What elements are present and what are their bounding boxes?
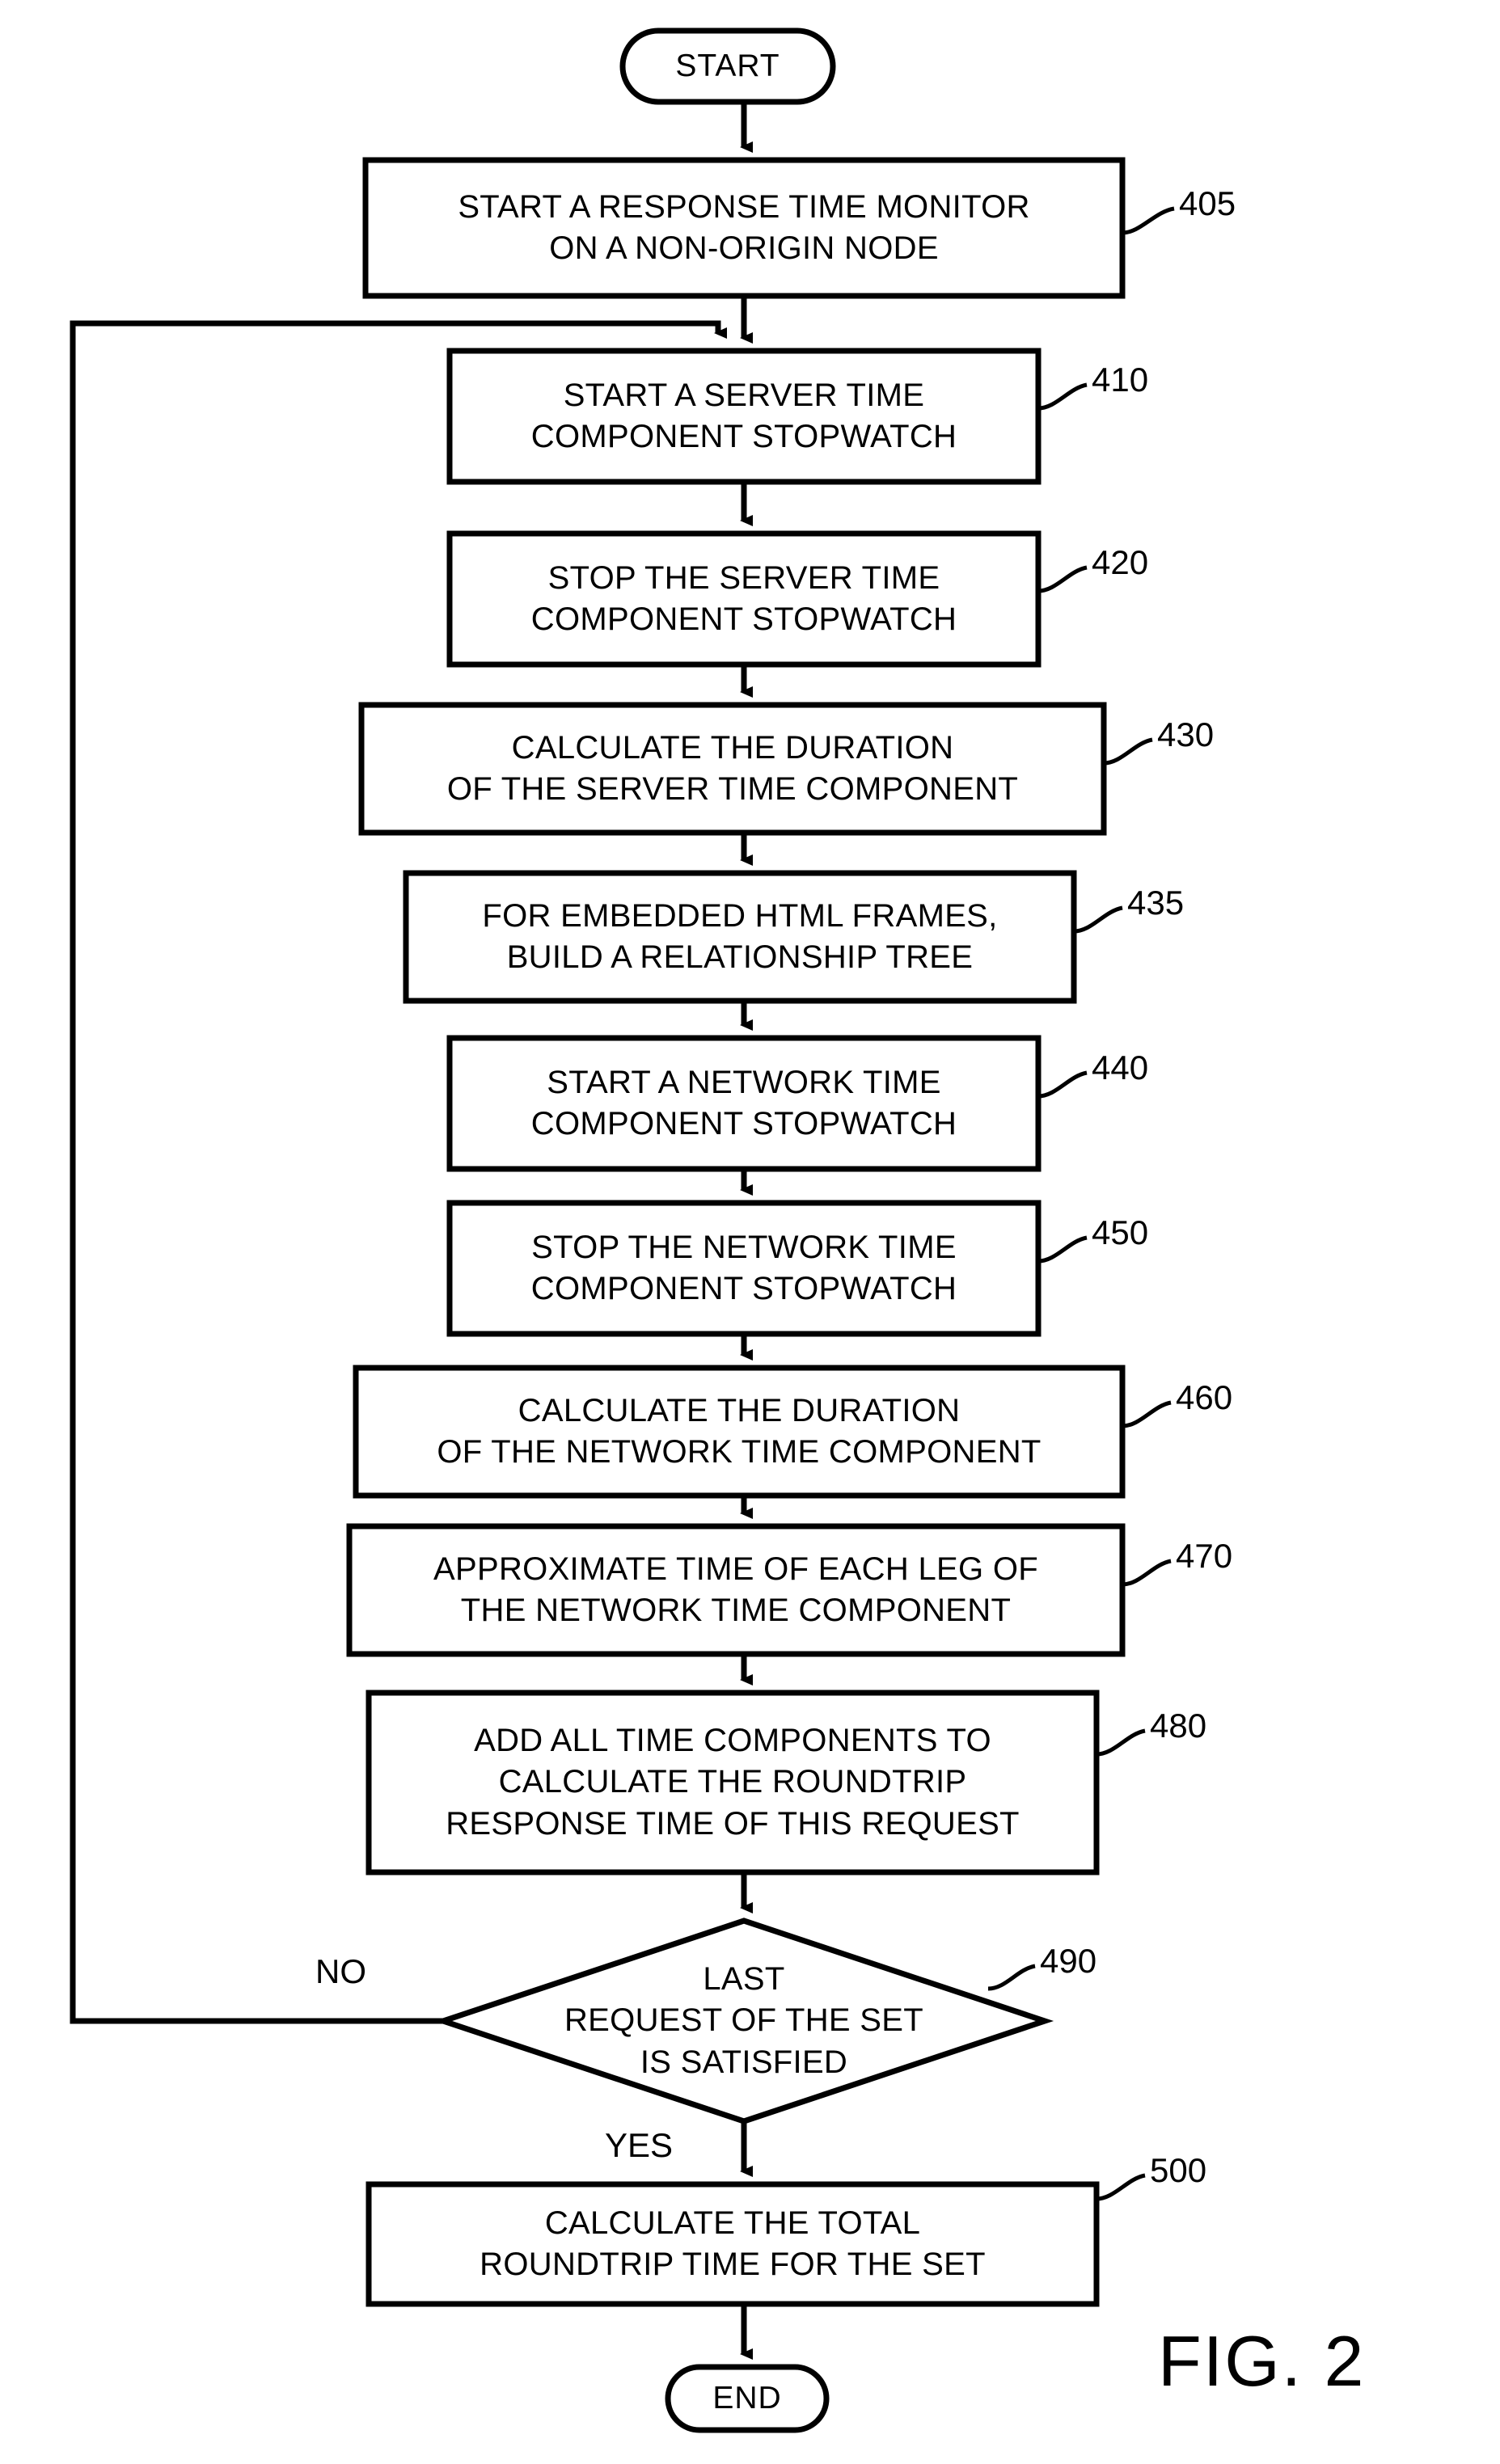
box-420-shape [446, 530, 1042, 668]
leader-460 [1122, 1400, 1172, 1428]
box-450-shape [446, 1200, 1042, 1337]
ref-number-440: 440 [1092, 1048, 1149, 1086]
box-460-shape [353, 1365, 1126, 1499]
box-480-shape [365, 1690, 1100, 1875]
leader-430 [1103, 737, 1153, 766]
leader-420 [1037, 565, 1088, 593]
feedback-loop-no-branch [70, 320, 727, 2024]
ref-number-490: 490 [1040, 1942, 1097, 1980]
ref-number-450: 450 [1092, 1213, 1149, 1251]
flowchart-canvas [70, 27, 1175, 2433]
ref-number-435: 435 [1127, 884, 1185, 922]
branch-label-no: NO [315, 1952, 366, 1990]
ref-number-420: 420 [1092, 543, 1149, 581]
box-430-shape [358, 702, 1107, 836]
leader-480 [1096, 1728, 1146, 1757]
leader-470 [1122, 1559, 1172, 1587]
leader-435 [1073, 905, 1123, 934]
ref-number-500: 500 [1150, 2151, 1207, 2189]
end-terminal-shape [665, 2364, 830, 2433]
ref-number-470: 470 [1176, 1537, 1233, 1575]
box-405-shape [362, 157, 1126, 299]
leader-450 [1037, 1235, 1088, 1264]
patent-figure-page: START START A RESPONSE TIME MONITOR ON A… [0, 0, 1500, 2464]
leader-490 [987, 1964, 1036, 1991]
figure-caption: FIG. 2 [1158, 2321, 1366, 2401]
ref-number-410: 410 [1092, 361, 1149, 399]
ref-number-430: 430 [1157, 715, 1215, 753]
leader-440 [1037, 1070, 1088, 1099]
start-terminal-shape [619, 27, 836, 105]
leader-500 [1096, 2173, 1146, 2201]
leader-405 [1122, 206, 1175, 235]
box-440-shape [446, 1035, 1042, 1172]
box-500-shape [365, 2181, 1100, 2307]
box-410-shape [446, 348, 1042, 485]
ref-number-460: 460 [1176, 1378, 1233, 1416]
leader-410 [1037, 382, 1088, 411]
decision-490-shape [433, 1918, 1054, 2124]
branch-label-yes: YES [605, 2126, 674, 2164]
ref-number-405: 405 [1179, 184, 1236, 222]
box-435-shape [403, 870, 1077, 1004]
box-470-shape [346, 1523, 1126, 1657]
ref-number-480: 480 [1150, 1707, 1207, 1745]
